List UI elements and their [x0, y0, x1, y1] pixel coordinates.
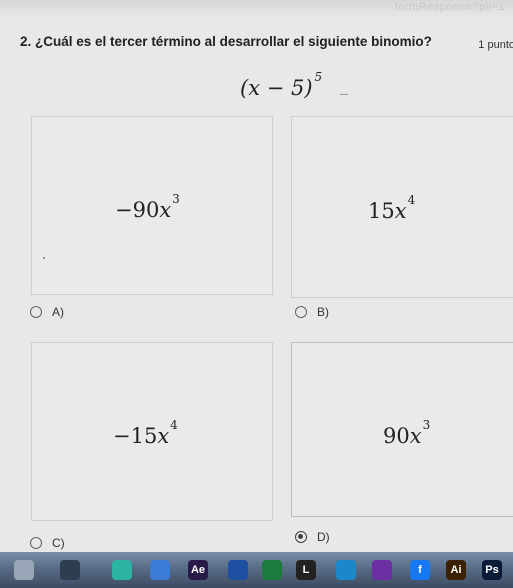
- option-c[interactable]: C): [30, 536, 65, 550]
- option-d[interactable]: D): [295, 530, 330, 544]
- facebook-icon[interactable]: f: [410, 560, 430, 580]
- option-b-radio[interactable]: [295, 306, 307, 318]
- option-c-radio[interactable]: [30, 537, 42, 549]
- binomial-exponent: 5: [314, 70, 323, 84]
- option-d-expression: 90x3: [383, 418, 431, 448]
- question-points: 1 punto: [478, 39, 513, 51]
- option-c-label: C): [52, 536, 65, 550]
- photoshop-icon[interactable]: Ps: [482, 560, 502, 580]
- option-a[interactable]: A): [30, 305, 64, 319]
- crescent-app-icon[interactable]: [228, 560, 248, 580]
- stray-dot: [43, 257, 45, 259]
- folder-icon[interactable]: [150, 560, 170, 580]
- option-a-label: A): [52, 305, 64, 319]
- l-letter-app-icon[interactable]: L: [296, 560, 316, 580]
- paint-bucket-icon[interactable]: [112, 560, 132, 580]
- binomial-expression: (x − 5) 5: [240, 70, 322, 100]
- browser-top-strip: formResponse?pli=1: [0, 0, 513, 16]
- option-b-expression: 15x4: [368, 193, 416, 223]
- after-effects-icon[interactable]: Ae: [188, 560, 208, 580]
- decorative-dash: [340, 94, 348, 95]
- option-d-label: D): [317, 530, 330, 544]
- option-b-label: B): [317, 305, 329, 319]
- option-c-expression: −15x4: [113, 418, 178, 448]
- grid-app-icon[interactable]: [262, 560, 282, 580]
- illustrator-icon[interactable]: Ai: [446, 560, 466, 580]
- swirl-app-icon[interactable]: [14, 560, 34, 580]
- ring-app-icon[interactable]: [336, 560, 356, 580]
- option-d-radio[interactable]: [295, 531, 307, 543]
- option-b[interactable]: B): [295, 305, 329, 319]
- option-a-expression: −90x3: [115, 192, 180, 222]
- pocket-icon[interactable]: [372, 560, 392, 580]
- l-shape-app-icon[interactable]: [60, 560, 80, 580]
- taskbar: Ae Lf Ai Ps: [0, 552, 513, 588]
- option-a-radio[interactable]: [30, 306, 42, 318]
- question-title: 2. ¿Cuál es el tercer término al desarro…: [20, 34, 432, 49]
- url-ghost-text: formResponse?pli=1: [394, 1, 505, 13]
- binomial-base: (x − 5): [240, 76, 313, 100]
